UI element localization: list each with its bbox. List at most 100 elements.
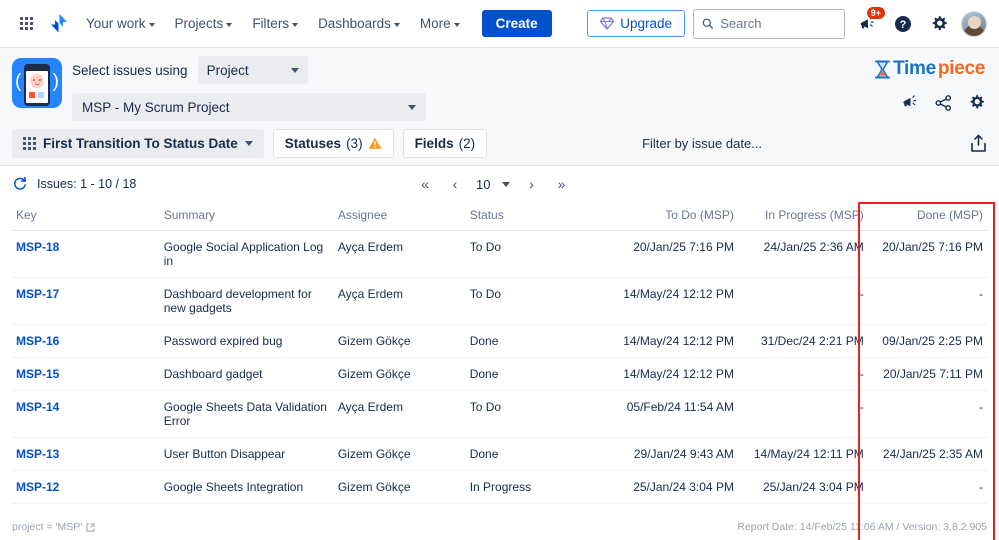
issue-source-value: Project	[206, 62, 249, 78]
issue-key-link[interactable]: MSP-18	[16, 240, 59, 254]
nav-your-work[interactable]: Your work	[78, 10, 163, 37]
jql-query-link[interactable]: project = 'MSP'	[12, 521, 95, 533]
notification-badge: 9+	[866, 6, 885, 20]
cell-key[interactable]: MSP-15	[12, 357, 160, 391]
share-icon[interactable]	[935, 94, 952, 111]
page-size-value: 10	[476, 176, 491, 192]
issue-key-link[interactable]: MSP-12	[16, 480, 59, 494]
top-nav-right-group: Upgrade 9+ ?	[587, 6, 987, 39]
issue-key-link[interactable]: MSP-17	[16, 287, 59, 301]
jira-logo-icon[interactable]	[44, 10, 74, 38]
chevron-down-icon	[148, 22, 155, 27]
chevron-down-icon	[290, 67, 299, 73]
gear-icon	[932, 15, 947, 30]
issue-key-link[interactable]: MSP-16	[16, 334, 59, 348]
issues-count-label: Issues: 1 - 10 / 18	[37, 177, 137, 191]
chevron-down-icon	[502, 181, 511, 187]
table-row[interactable]: MSP-12 Google Sheets Integration Gizem Gök…	[12, 470, 987, 504]
chevron-down-icon	[393, 22, 400, 27]
issue-key-link[interactable]: MSP-14	[16, 400, 59, 414]
cell-status: Done	[465, 357, 603, 391]
chevron-down-icon	[453, 22, 460, 27]
issue-source-select[interactable]: Project	[197, 56, 308, 84]
column-header-todo[interactable]: To Do (MSP)	[602, 202, 738, 231]
warning-triangle-icon	[368, 137, 381, 149]
issue-key-link[interactable]: MSP-15	[16, 367, 59, 381]
table-row[interactable]: MSP-15 Dashboard gadget Gizem Gökçe Done 14/…	[12, 357, 987, 391]
column-header-assignee[interactable]: Assignee	[333, 202, 466, 231]
app-switcher-button[interactable]	[12, 10, 40, 38]
report-date-version: Report Date: 14/Feb/25 11:06 AM / Versio…	[737, 521, 987, 533]
report-type-selector[interactable]: First Transition To Status Date	[12, 129, 264, 158]
page-size-select[interactable]: 10	[470, 177, 516, 192]
notifications-button[interactable]: 9+	[853, 6, 885, 38]
cell-key[interactable]: MSP-12	[12, 470, 160, 504]
nav-dashboards[interactable]: Dashboards	[310, 10, 408, 37]
help-button[interactable]: ?	[889, 10, 917, 38]
cell-status: To Do	[465, 230, 603, 278]
user-avatar[interactable]	[961, 10, 987, 37]
cell-todo: 20/Jan/25 7:16 PM	[602, 230, 738, 278]
refresh-icon	[14, 176, 26, 190]
cell-key[interactable]: MSP-14	[12, 390, 160, 438]
issue-key-link[interactable]: MSP-13	[16, 447, 59, 461]
fields-button[interactable]: Fields (2)	[402, 129, 488, 158]
phone-screen-shape	[26, 71, 48, 103]
table-row[interactable]: MSP-16 Password expired bug Gizem Gökçe Don…	[12, 324, 987, 358]
app-header: ( ) Select issues using Project MSP - My…	[0, 48, 999, 122]
cell-key[interactable]: MSP-16	[12, 324, 160, 358]
cell-status: To Do	[465, 277, 603, 325]
cell-assignee: Gizem Gökçe	[333, 470, 466, 504]
fields-count: (2)	[458, 136, 476, 151]
report-toolbar: First Transition To Status Date Statuses…	[0, 122, 999, 166]
nav-filters-label: Filters	[252, 16, 290, 31]
search-input[interactable]	[720, 16, 836, 31]
statuses-button[interactable]: Statuses (3)	[272, 129, 394, 158]
cell-status: In Progress	[465, 470, 603, 504]
table-row[interactable]: MSP-17 Dashboard development for new gadg…	[12, 277, 987, 325]
brand-action-icons	[874, 94, 985, 111]
nav-dashboards-label: Dashboards	[318, 16, 391, 31]
first-page-button[interactable]: «	[410, 171, 440, 197]
column-header-summary[interactable]: Summary	[159, 202, 334, 231]
cell-inprogress: 25/Jan/24 3:04 PM	[737, 470, 868, 504]
table-row[interactable]: MSP-14 Google Sheets Data Validation Erro…	[12, 390, 987, 438]
prev-page-button[interactable]: ‹	[440, 171, 470, 197]
nav-projects[interactable]: Projects	[167, 10, 241, 37]
export-button[interactable]	[970, 134, 987, 153]
cell-assignee: Gizem Gökçe	[333, 357, 466, 391]
last-page-button[interactable]: »	[546, 171, 576, 197]
cell-key[interactable]: MSP-17	[12, 277, 160, 325]
chevron-down-icon	[244, 141, 253, 146]
table-row[interactable]: MSP-13 User Button Disappear Gizem Gökçe Do…	[12, 437, 987, 471]
column-header-done[interactable]: Done (MSP)	[867, 202, 987, 231]
cell-key[interactable]: MSP-18	[12, 230, 160, 278]
cell-summary: Password expired bug	[159, 324, 334, 358]
cell-key[interactable]: MSP-13	[12, 437, 160, 471]
column-header-key[interactable]: Key	[12, 202, 160, 231]
cell-summary: User Button Disappear	[159, 437, 334, 471]
search-box[interactable]	[693, 8, 845, 39]
gear-icon[interactable]	[968, 94, 985, 111]
filter-by-issue-date[interactable]: Filter by issue date...	[642, 136, 762, 151]
chevron-down-icon	[226, 22, 233, 27]
refresh-button[interactable]	[12, 176, 28, 192]
column-header-status[interactable]: Status	[465, 202, 603, 231]
settings-button[interactable]	[925, 10, 953, 38]
upgrade-button[interactable]: Upgrade	[587, 10, 685, 37]
column-header-inprogress[interactable]: In Progress (MSP)	[737, 202, 868, 231]
cell-inprogress: 31/Dec/24 2:21 PM	[737, 324, 868, 358]
statuses-count: (3)	[346, 136, 363, 151]
project-select[interactable]: MSP - My Scrum Project	[72, 93, 426, 121]
nav-more[interactable]: More	[412, 10, 468, 37]
cell-status: Done	[465, 324, 603, 358]
grid-apps-icon	[19, 17, 33, 30]
cell-todo: 14/May/24 12:12 PM	[602, 277, 738, 325]
create-button[interactable]: Create	[481, 10, 552, 37]
announcement-megaphone-icon[interactable]	[902, 94, 919, 111]
external-link-icon	[86, 522, 95, 532]
table-row[interactable]: MSP-18 Google Social Application Log in Ay…	[12, 230, 987, 278]
cell-done: 09/Jan/25 2:25 PM	[867, 324, 987, 358]
nav-filters[interactable]: Filters	[244, 10, 306, 37]
next-page-button[interactable]: ›	[516, 171, 546, 197]
